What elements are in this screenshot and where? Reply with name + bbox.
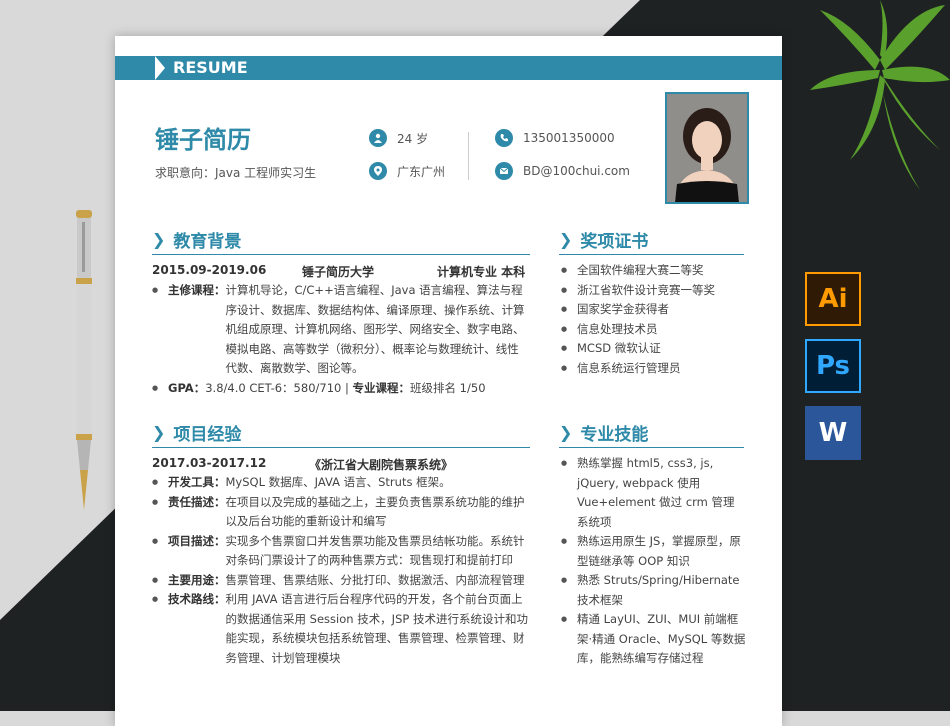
list-item: 责任描述： 在项目以及完成的基础之上，主要负责售票系统功能的维护以及后台功能的重… bbox=[152, 493, 530, 532]
word-icon: W bbox=[805, 406, 861, 460]
row-key: 项目描述： bbox=[168, 533, 226, 548]
row-key: 技术路线： bbox=[168, 592, 226, 606]
course-rank: 班级排名 1/50 bbox=[410, 380, 486, 395]
education-header: 2015.09-2019.06 锤子简历大学 计算机专业 本科 bbox=[152, 263, 530, 280]
awards-title-text: 奖项证书 bbox=[580, 232, 649, 252]
row-key: 主要用途： bbox=[168, 572, 226, 587]
courses-label: 主修课程： bbox=[168, 283, 226, 297]
courses-text: 计算机导论，C/C++语言编程、Java 语言编程、算法与程序设计、数据库、数据… bbox=[225, 283, 525, 375]
course-label: 专业课程： bbox=[352, 380, 411, 395]
word-label: W bbox=[818, 418, 848, 448]
list-item: GPA：3.8/4.0 CET-6：580/710 | 专业课程：班级排名 1/… bbox=[152, 379, 530, 399]
row-value: 利用 JAVA 语言进行后台程序代码的开发，各个前台页面上的数据通信采用 Ses… bbox=[225, 592, 528, 665]
awards-section-title: ❯ 奖项证书 bbox=[559, 227, 744, 255]
user-icon bbox=[369, 129, 387, 147]
chevron-right-icon: ❯ bbox=[152, 230, 166, 249]
chevron-right-icon: ❯ bbox=[559, 230, 573, 249]
row-key: 开发工具： bbox=[168, 475, 226, 489]
pen-decoration bbox=[76, 210, 92, 510]
skills-title-text: 专业技能 bbox=[580, 425, 649, 445]
education-school: 锤子简历大学 bbox=[302, 265, 375, 279]
list-item: 熟练掌握 html5, css3, js, jQuery, webpack 使用… bbox=[561, 454, 746, 532]
gpa-text: 3.8/4.0 CET-6：580/710 | bbox=[205, 380, 353, 395]
row-value: 售票管理、售票结账、分批打印、数据激活、内部流程管理 bbox=[225, 572, 525, 587]
education-period: 2015.09-2019.06 bbox=[152, 263, 267, 277]
location-info: 广东广州 bbox=[369, 162, 445, 180]
location-pin-icon bbox=[369, 162, 387, 180]
project-name: 《浙江省大剧院售票系统》 bbox=[309, 458, 454, 472]
photoshop-label: Ps bbox=[815, 351, 851, 381]
photoshop-icon: Ps bbox=[805, 339, 861, 393]
phone-text: 135001350000 bbox=[523, 131, 615, 145]
skills-list: 熟练掌握 html5, css3, js, jQuery, webpack 使用… bbox=[561, 454, 746, 669]
age-info: 24 岁 bbox=[369, 129, 428, 147]
list-item: 国家奖学金获得者 bbox=[561, 300, 746, 320]
education-title-text: 教育背景 bbox=[173, 232, 242, 252]
phone-icon bbox=[495, 129, 513, 147]
chevron-right-icon: ❯ bbox=[559, 423, 573, 442]
row-value: 实现多个售票窗口并发售票功能及售票员结帐功能。系统针对条码门票设计了的两种售票方… bbox=[225, 533, 525, 568]
resume-page: RESUME 锤子简历 求职意向：Java 工程师实习生 24 岁 广东广州 1… bbox=[115, 36, 782, 726]
education-details: 主修课程： 计算机导论，C/C++语言编程、Java 语言编程、算法与程序设计、… bbox=[152, 281, 530, 398]
candidate-name: 锤子简历 bbox=[155, 126, 251, 154]
awards-list: 全国软件编程大赛二等奖 浙江省软件设计竞赛一等奖 国家奖学金获得者 信息处理技术… bbox=[561, 261, 746, 378]
list-item: 技术路线： 利用 JAVA 语言进行后台程序代码的开发，各个前台页面上的数据通信… bbox=[152, 590, 530, 668]
resume-banner: RESUME bbox=[115, 56, 782, 80]
illustrator-label: Ai bbox=[818, 284, 848, 314]
phone-info: 135001350000 bbox=[495, 129, 615, 147]
job-intention: 求职意向：Java 工程师实习生 bbox=[155, 166, 317, 180]
gpa-label: GPA： bbox=[168, 380, 206, 395]
list-item: 熟练运用原生 JS，掌握原型，原型链继承等 OOP 知识 bbox=[561, 532, 746, 571]
profile-photo bbox=[665, 92, 749, 204]
list-item: 主修课程： 计算机导论，C/C++语言编程、Java 语言编程、算法与程序设计、… bbox=[152, 281, 530, 379]
email-info: BD@100chui.com bbox=[495, 162, 630, 180]
list-item: 浙江省软件设计竞赛一等奖 bbox=[561, 281, 746, 301]
list-item: 项目描述： 实现多个售票窗口并发售票功能及售票员结帐功能。系统针对条码门票设计了… bbox=[152, 532, 530, 571]
project-title-text: 项目经验 bbox=[173, 425, 242, 445]
skills-section-title: ❯ 专业技能 bbox=[559, 420, 744, 448]
banner-label: RESUME bbox=[155, 56, 293, 80]
list-item: 信息处理技术员 bbox=[561, 320, 746, 340]
project-period: 2017.03-2017.12 bbox=[152, 456, 267, 470]
location-text: 广东广州 bbox=[397, 164, 446, 179]
project-section-title: ❯ 项目经验 bbox=[152, 420, 530, 448]
chevron-right-icon: ❯ bbox=[152, 423, 166, 442]
list-item: 信息系统运行管理员 bbox=[561, 359, 746, 379]
mail-icon bbox=[495, 162, 513, 180]
list-item: 熟悉 Struts/Spring/Hibernate 技术框架 bbox=[561, 571, 746, 610]
row-value: 在项目以及完成的基础之上，主要负责售票系统功能的维护以及后台功能的重新设计和编写 bbox=[225, 494, 525, 529]
list-item: 精通 LayUI、ZUI、MUI 前端框架·精通 Oracle、MySQL 等数… bbox=[561, 610, 746, 669]
education-section-title: ❯ 教育背景 bbox=[152, 227, 530, 255]
education-major: 计算机专业 本科 bbox=[437, 265, 526, 279]
list-item: 开发工具： MySQL 数据库、JAVA 语言、Struts 框架。 bbox=[152, 473, 530, 493]
plant-decoration bbox=[810, 0, 950, 190]
row-key: 责任描述： bbox=[168, 494, 226, 509]
info-divider bbox=[468, 132, 469, 180]
list-item: 主要用途： 售票管理、售票结账、分批打印、数据激活、内部流程管理 bbox=[152, 571, 530, 591]
project-header: 2017.03-2017.12 《浙江省大剧院售票系统》 bbox=[152, 456, 530, 473]
project-details: 开发工具： MySQL 数据库、JAVA 语言、Struts 框架。 责任描述：… bbox=[152, 473, 530, 668]
list-item: MCSD 微软认证 bbox=[561, 339, 746, 359]
row-value: MySQL 数据库、JAVA 语言、Struts 框架。 bbox=[225, 475, 451, 489]
list-item: 全国软件编程大赛二等奖 bbox=[561, 261, 746, 281]
age-text: 24 岁 bbox=[397, 131, 429, 146]
illustrator-icon: Ai bbox=[805, 272, 861, 326]
email-text: BD@100chui.com bbox=[523, 164, 630, 178]
